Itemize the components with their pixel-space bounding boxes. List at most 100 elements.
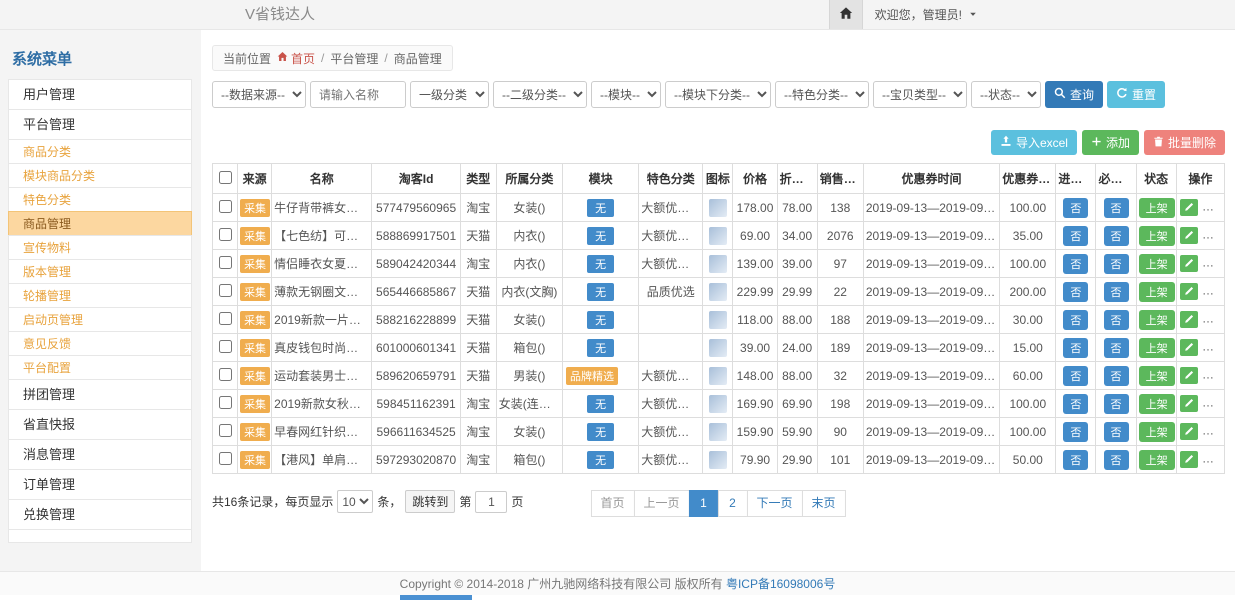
- import-select-toggle[interactable]: 否: [1063, 366, 1088, 386]
- add-button[interactable]: 添加: [1082, 130, 1139, 155]
- status-button[interactable]: 上架: [1139, 394, 1175, 414]
- row-checkbox[interactable]: [219, 340, 232, 353]
- sidebar-item[interactable]: 模块商品分类: [8, 163, 192, 188]
- edit-button[interactable]: [1180, 339, 1198, 356]
- breadcrumb-home-link[interactable]: 首页: [277, 50, 315, 67]
- sidebar-item[interactable]: 平台配置: [8, 355, 192, 380]
- sidebar-item[interactable]: 商品分类: [8, 139, 192, 164]
- import-select-toggle[interactable]: 否: [1063, 282, 1088, 302]
- filter-select[interactable]: --模块下分类--: [665, 81, 771, 108]
- must-buy-toggle[interactable]: 否: [1104, 310, 1129, 330]
- edit-button[interactable]: [1180, 395, 1198, 412]
- page-button[interactable]: 下一页: [747, 490, 803, 517]
- status-button[interactable]: 上架: [1139, 254, 1175, 274]
- must-buy-toggle[interactable]: 否: [1104, 254, 1129, 274]
- import-select-toggle[interactable]: 否: [1063, 394, 1088, 414]
- edit-button[interactable]: [1180, 283, 1198, 300]
- edit-button[interactable]: [1180, 451, 1198, 468]
- row-checkbox[interactable]: [219, 452, 232, 465]
- status-button[interactable]: 上架: [1139, 198, 1175, 218]
- sidebar-item[interactable]: 宣传物料: [8, 235, 192, 260]
- page-button[interactable]: 1: [689, 490, 719, 517]
- delete-button[interactable]: [1203, 311, 1221, 328]
- must-buy-toggle[interactable]: 否: [1104, 198, 1129, 218]
- row-checkbox[interactable]: [219, 312, 232, 325]
- filter-select[interactable]: --状态--: [971, 81, 1041, 108]
- page-button[interactable]: 2: [718, 490, 748, 517]
- sidebar-item[interactable]: 兑换管理: [8, 499, 192, 530]
- delete-button[interactable]: [1203, 227, 1221, 244]
- filter-select[interactable]: --宝贝类型--: [873, 81, 967, 108]
- status-button[interactable]: 上架: [1139, 338, 1175, 358]
- sidebar-item[interactable]: 省直快报: [8, 409, 192, 440]
- delete-button[interactable]: [1203, 423, 1221, 440]
- delete-button[interactable]: [1203, 283, 1221, 300]
- data-source-select[interactable]: --数据来源--: [212, 81, 306, 108]
- must-buy-toggle[interactable]: 否: [1104, 226, 1129, 246]
- must-buy-toggle[interactable]: 否: [1104, 366, 1129, 386]
- sidebar-item[interactable]: 平台管理: [8, 109, 192, 140]
- status-button[interactable]: 上架: [1139, 366, 1175, 386]
- sidebar-item[interactable]: 消息管理: [8, 439, 192, 470]
- sidebar-item[interactable]: 启动页管理: [8, 307, 192, 332]
- sidebar-item[interactable]: 轮播管理: [8, 283, 192, 308]
- edit-button[interactable]: [1180, 423, 1198, 440]
- import-select-toggle[interactable]: 否: [1063, 310, 1088, 330]
- sidebar-item[interactable]: 版本管理: [8, 259, 192, 284]
- status-button[interactable]: 上架: [1139, 422, 1175, 442]
- status-button[interactable]: 上架: [1139, 226, 1175, 246]
- row-checkbox[interactable]: [219, 396, 232, 409]
- import-select-toggle[interactable]: 否: [1063, 254, 1088, 274]
- status-button[interactable]: 上架: [1139, 450, 1175, 470]
- status-button[interactable]: 上架: [1139, 282, 1175, 302]
- delete-button[interactable]: [1203, 451, 1221, 468]
- status-button[interactable]: 上架: [1139, 310, 1175, 330]
- filter-select[interactable]: --特色分类--: [775, 81, 869, 108]
- page-button[interactable]: 末页: [802, 490, 846, 517]
- row-checkbox[interactable]: [219, 368, 232, 381]
- row-checkbox[interactable]: [219, 200, 232, 213]
- sidebar-item[interactable]: [8, 529, 192, 543]
- must-buy-toggle[interactable]: 否: [1104, 422, 1129, 442]
- home-button[interactable]: [829, 0, 863, 29]
- must-buy-toggle[interactable]: 否: [1104, 450, 1129, 470]
- must-buy-toggle[interactable]: 否: [1104, 338, 1129, 358]
- sidebar-item[interactable]: 订单管理: [8, 469, 192, 500]
- horizontal-scrollbar-thumb[interactable]: [400, 595, 472, 600]
- must-buy-toggle[interactable]: 否: [1104, 394, 1129, 414]
- page-jump-input[interactable]: [475, 491, 507, 513]
- filter-select[interactable]: --模块--: [591, 81, 661, 108]
- import-select-toggle[interactable]: 否: [1063, 226, 1088, 246]
- edit-button[interactable]: [1180, 255, 1198, 272]
- delete-button[interactable]: [1203, 367, 1221, 384]
- name-search-input[interactable]: [310, 81, 406, 108]
- import-select-toggle[interactable]: 否: [1063, 422, 1088, 442]
- reset-button[interactable]: 重置: [1107, 81, 1165, 108]
- select-all-checkbox[interactable]: [219, 171, 232, 184]
- per-page-select[interactable]: 10: [337, 490, 373, 513]
- filter-select[interactable]: --二级分类--: [493, 81, 587, 108]
- row-checkbox[interactable]: [219, 228, 232, 241]
- sidebar-item[interactable]: 特色分类: [8, 187, 192, 212]
- row-checkbox[interactable]: [219, 424, 232, 437]
- sidebar-item[interactable]: 意见反馈: [8, 331, 192, 356]
- import-select-toggle[interactable]: 否: [1063, 198, 1088, 218]
- icp-link[interactable]: 粤ICP备16098006号: [726, 577, 835, 591]
- sidebar-item[interactable]: 商品管理: [8, 211, 192, 236]
- edit-button[interactable]: [1180, 199, 1198, 216]
- delete-button[interactable]: [1203, 199, 1221, 216]
- edit-button[interactable]: [1180, 367, 1198, 384]
- sidebar-item[interactable]: 用户管理: [8, 79, 192, 110]
- page-button[interactable]: 上一页: [633, 490, 689, 517]
- must-buy-toggle[interactable]: 否: [1104, 282, 1129, 302]
- row-checkbox[interactable]: [219, 256, 232, 269]
- search-button[interactable]: 查询: [1045, 81, 1103, 108]
- delete-button[interactable]: [1203, 255, 1221, 272]
- edit-button[interactable]: [1180, 227, 1198, 244]
- sidebar-item[interactable]: 拼团管理: [8, 379, 192, 410]
- import-select-toggle[interactable]: 否: [1063, 338, 1088, 358]
- jump-button[interactable]: 跳转到: [405, 490, 455, 513]
- page-button[interactable]: 首页: [590, 490, 634, 517]
- user-menu[interactable]: 欢迎您，管理员!: [863, 0, 990, 29]
- filter-select[interactable]: 一级分类: [410, 81, 489, 108]
